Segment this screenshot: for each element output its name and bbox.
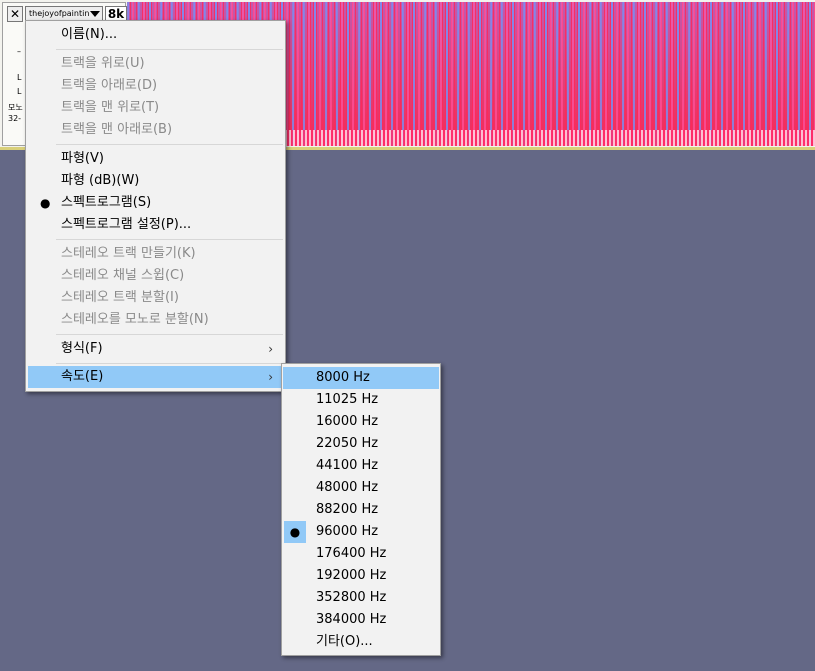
rate-option-label: 48000 Hz	[316, 480, 379, 495]
rate-option-label: 22050 Hz	[316, 436, 379, 451]
rate-option-label: 16000 Hz	[316, 414, 379, 429]
rate-option-22050[interactable]: 22050 Hz	[283, 433, 439, 455]
checked-bullet-icon: ●	[284, 521, 306, 543]
menu-item-waveform-db[interactable]: 파형 (dB)(W)	[28, 170, 283, 192]
rate-option-other[interactable]: 기타(O)...	[283, 631, 439, 653]
menu-item-label: 속도(E)	[61, 369, 104, 384]
menu-item-label: 스펙트로그램 설정(P)...	[61, 217, 192, 232]
menu-item-split-stereo: 스테레오 트랙 분할(I)	[28, 287, 283, 309]
rate-option-label: 352800 Hz	[316, 590, 387, 605]
menu-item-waveform[interactable]: 파형(V)	[28, 148, 283, 170]
menu-item-label: 스테레오 트랙 분할(I)	[61, 290, 179, 305]
menu-item-label: 형식(F)	[61, 341, 103, 356]
rate-option-label: 44100 Hz	[316, 458, 379, 473]
rate-option-11025[interactable]: 11025 Hz	[283, 389, 439, 411]
menu-item-label: 파형 (dB)(W)	[61, 173, 140, 188]
menu-item-label: 트랙을 위로(U)	[61, 56, 145, 71]
menu-item-move-top: 트랙을 맨 위로(T)	[28, 97, 283, 119]
menu-separator	[56, 334, 283, 335]
rate-option-label: 8000 Hz	[316, 370, 370, 385]
menu-item-rate[interactable]: 속도(E) ›	[28, 366, 283, 388]
submenu-arrow-icon: ›	[268, 370, 273, 384]
menu-item-label: 파형(V)	[61, 151, 104, 166]
track-info-label-2: L	[17, 87, 22, 96]
rate-option-label: 88200 Hz	[316, 502, 379, 517]
menu-separator	[56, 49, 283, 50]
menu-separator	[56, 363, 283, 364]
rate-option-label: 384000 Hz	[316, 612, 387, 627]
dropdown-arrow-icon	[90, 11, 100, 17]
track-info-label-1: L	[17, 73, 22, 82]
track-context-menu: 이름(N)... 트랙을 위로(U) 트랙을 아래로(D) 트랙을 맨 위로(T…	[25, 20, 286, 392]
menu-separator	[56, 144, 283, 145]
rate-option-176400[interactable]: 176400 Hz	[283, 543, 439, 565]
menu-item-name[interactable]: 이름(N)...	[28, 24, 283, 46]
rate-option-label: 기타(O)...	[316, 634, 373, 649]
rate-option-label: 96000 Hz	[316, 524, 379, 539]
rate-option-48000[interactable]: 48000 Hz	[283, 477, 439, 499]
track-info-label-4: 32-	[8, 114, 22, 123]
menu-item-swap-channels: 스테레오 채널 스윕(C)	[28, 265, 283, 287]
menu-separator	[56, 239, 283, 240]
menu-item-label: 트랙을 아래로(D)	[61, 78, 158, 93]
menu-item-label: 스테레오를 모노로 분할(N)	[61, 312, 209, 327]
submenu-arrow-icon: ›	[268, 342, 273, 356]
menu-item-label: 트랙을 맨 위로(T)	[61, 100, 160, 115]
rate-submenu: 8000 Hz 11025 Hz 16000 Hz 22050 Hz 44100…	[281, 363, 441, 656]
menu-item-spectrogram-settings[interactable]: 스펙트로그램 설정(P)...	[28, 214, 283, 236]
rate-option-384000[interactable]: 384000 Hz	[283, 609, 439, 631]
rate-option-96000[interactable]: ● 96000 Hz	[283, 521, 439, 543]
track-close-button[interactable]: ✕	[7, 6, 23, 22]
menu-item-label: 트랙을 맨 아래로(B)	[61, 122, 173, 137]
menu-item-label: 이름(N)...	[61, 27, 118, 42]
menu-item-label: 스테레오 트랙 만들기(K)	[61, 246, 196, 261]
menu-item-format[interactable]: 형식(F) ›	[28, 338, 283, 360]
menu-item-split-to-mono: 스테레오를 모노로 분할(N)	[28, 309, 283, 331]
rate-option-44100[interactable]: 44100 Hz	[283, 455, 439, 477]
menu-item-move-bottom: 트랙을 맨 아래로(B)	[28, 119, 283, 141]
rate-option-8000[interactable]: 8000 Hz	[283, 367, 439, 389]
rate-option-label: 176400 Hz	[316, 546, 387, 561]
track-info-label-3: 모노	[8, 103, 23, 112]
menu-item-make-stereo: 스테레오 트랙 만들기(K)	[28, 243, 283, 265]
menu-item-move-up: 트랙을 위로(U)	[28, 53, 283, 75]
rate-option-16000[interactable]: 16000 Hz	[283, 411, 439, 433]
rate-option-352800[interactable]: 352800 Hz	[283, 587, 439, 609]
rate-option-88200[interactable]: 88200 Hz	[283, 499, 439, 521]
rate-option-label: 11025 Hz	[316, 392, 379, 407]
rate-option-label: 192000 Hz	[316, 568, 387, 583]
menu-item-spectrogram[interactable]: ● 스펙트로그램(S)	[28, 192, 283, 214]
track-name: thejoyofpaintin	[29, 9, 90, 18]
menu-item-label: 스테레오 채널 스윕(C)	[61, 268, 185, 283]
menu-item-label: 스펙트로그램(S)	[61, 195, 152, 210]
menu-item-move-down: 트랙을 아래로(D)	[28, 75, 283, 97]
rate-option-192000[interactable]: 192000 Hz	[283, 565, 439, 587]
checked-bullet-icon: ●	[40, 196, 51, 210]
track-info-label-0: –	[17, 47, 21, 56]
